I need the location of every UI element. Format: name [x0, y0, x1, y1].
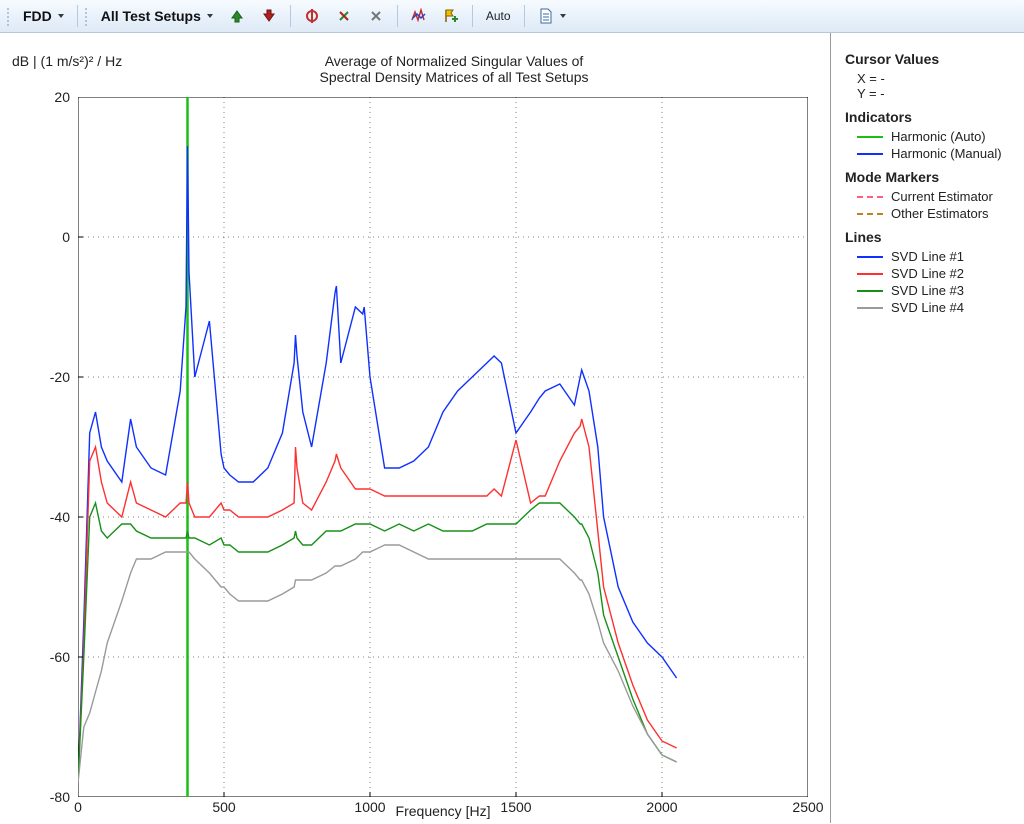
- legend-svd-line-2: SVD Line #2: [857, 266, 1014, 281]
- peak-icon: [411, 8, 427, 24]
- chart-title: Average of Normalized Singular Values of…: [78, 53, 830, 85]
- separator: [77, 5, 78, 27]
- dropdown-caret-icon: [560, 14, 566, 18]
- line-swatch-icon: [857, 307, 883, 309]
- document-dropdown[interactable]: [531, 3, 573, 29]
- line-swatch-icon: [857, 273, 883, 275]
- legend-svd-line-1: SVD Line #1: [857, 249, 1014, 264]
- arrow-down-icon: [261, 8, 277, 24]
- chart-panel: dB | (1 m/s²)² / Hz Average of Normalize…: [0, 33, 830, 823]
- toolbar-grip: [84, 6, 88, 26]
- dashed-swatch-icon: [857, 213, 883, 215]
- peak-pick-button[interactable]: [404, 3, 434, 29]
- line-swatch-icon: [857, 290, 883, 292]
- lines-heading: Lines: [845, 229, 1014, 245]
- fdd-dropdown[interactable]: FDD: [16, 3, 71, 29]
- legend-panel: Cursor Values X = - Y = - Indicators Har…: [830, 33, 1024, 823]
- dropdown-caret-icon: [58, 14, 64, 18]
- indicator-harmonic-manual: Harmonic (Manual): [857, 146, 1014, 161]
- phase-button[interactable]: [297, 3, 327, 29]
- toolbar: FDD All Test Setups: [0, 0, 1024, 33]
- cursor-y-value: Y = -: [857, 86, 1014, 101]
- y-tick-label: -20: [0, 369, 70, 385]
- y-tick-label: 20: [0, 89, 70, 105]
- x-axis-label: Frequency [Hz]: [78, 803, 808, 819]
- auto-button[interactable]: Auto: [479, 3, 518, 29]
- y-tick-label: -80: [0, 789, 70, 805]
- separator: [524, 5, 525, 27]
- x-icon: [368, 8, 384, 24]
- delete-button[interactable]: [361, 3, 391, 29]
- legend-svd-line-3: SVD Line #3: [857, 283, 1014, 298]
- legend-svd-line-4: SVD Line #4: [857, 300, 1014, 315]
- auto-label: Auto: [486, 9, 511, 23]
- content-area: dB | (1 m/s²)² / Hz Average of Normalize…: [0, 33, 1024, 823]
- indicator-harmonic-auto: Harmonic (Auto): [857, 129, 1014, 144]
- separator: [290, 5, 291, 27]
- mode-markers-heading: Mode Markers: [845, 169, 1014, 185]
- dropdown-caret-icon: [207, 14, 213, 18]
- add-marker-button[interactable]: [436, 3, 466, 29]
- plot-area[interactable]: [78, 97, 808, 797]
- test-setups-label: All Test Setups: [101, 8, 201, 24]
- line-swatch-icon: [857, 256, 883, 258]
- line-swatch-icon: [857, 153, 883, 155]
- delete-marker-button[interactable]: [329, 3, 359, 29]
- phi-icon: [304, 8, 320, 24]
- arrow-down-button[interactable]: [254, 3, 284, 29]
- arrow-up-icon: [229, 8, 245, 24]
- fdd-label: FDD: [23, 8, 52, 24]
- x-green-icon: [336, 8, 352, 24]
- flag-plus-icon: [443, 8, 459, 24]
- indicators-heading: Indicators: [845, 109, 1014, 125]
- arrow-up-button[interactable]: [222, 3, 252, 29]
- mode-current-estimator: Current Estimator: [857, 189, 1014, 204]
- y-tick-label: -60: [0, 649, 70, 665]
- test-setups-dropdown[interactable]: All Test Setups: [94, 3, 220, 29]
- toolbar-grip: [6, 6, 10, 26]
- mode-other-estimators: Other Estimators: [857, 206, 1014, 221]
- line-swatch-icon: [857, 136, 883, 138]
- separator: [397, 5, 398, 27]
- cursor-x-value: X = -: [857, 71, 1014, 86]
- separator: [472, 5, 473, 27]
- cursor-values-heading: Cursor Values: [845, 51, 1014, 67]
- dashed-swatch-icon: [857, 196, 883, 198]
- document-icon: [538, 8, 554, 24]
- y-tick-label: -40: [0, 509, 70, 525]
- y-tick-label: 0: [0, 229, 70, 245]
